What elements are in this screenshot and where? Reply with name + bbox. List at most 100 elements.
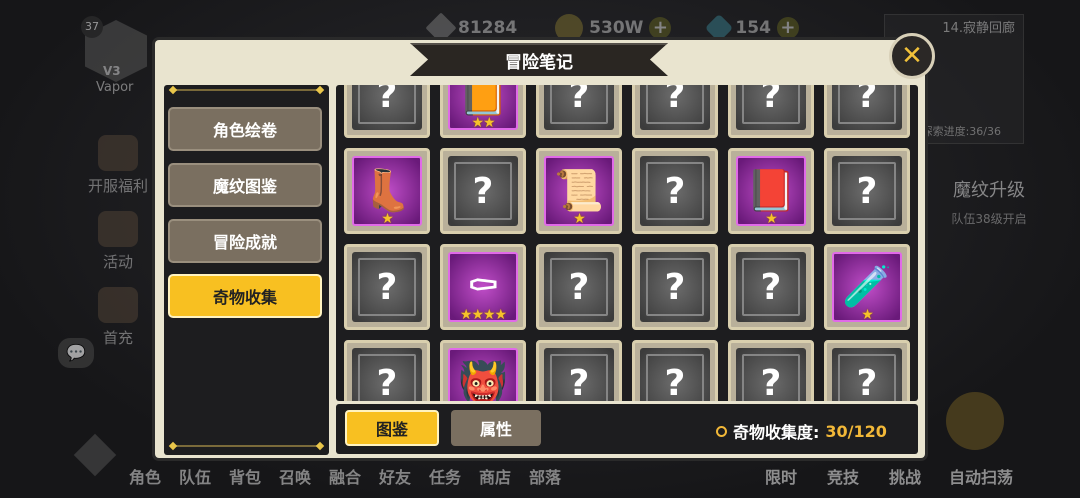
curio-item-icon: ⚰ — [466, 264, 500, 310]
sidebar-item-curio-collection[interactable]: 奇物收集 — [168, 274, 322, 318]
question-mark-icon: ? — [376, 85, 398, 116]
curio-slot-unlocked[interactable]: 📙 ★★ — [440, 85, 526, 138]
player-avatar[interactable]: 37 V3 — [81, 16, 147, 82]
power-counter: 81284 — [425, 12, 517, 44]
question-mark-icon: ? — [472, 170, 494, 212]
nav-quests[interactable]: 任务 — [420, 464, 470, 488]
menu-label: 首充 — [102, 329, 133, 347]
slot-inner: ? — [640, 348, 710, 401]
curio-slot-locked[interactable]: ? — [344, 340, 430, 401]
curio-item-icon: 📙 — [458, 85, 508, 118]
question-mark-icon: ? — [664, 170, 686, 212]
curio-slot-locked[interactable]: ? — [824, 148, 910, 234]
curio-slot-locked[interactable]: ? — [632, 148, 718, 234]
star-rating: ★ — [861, 307, 874, 323]
curio-item-icon: 👹 — [458, 360, 508, 401]
curio-slot-locked[interactable]: ? — [344, 85, 430, 138]
nav-challenge[interactable]: 挑战 — [874, 464, 936, 488]
curio-slot-locked[interactable]: ? — [632, 85, 718, 138]
curio-slot-locked[interactable]: ? — [824, 85, 910, 138]
slot-inner: ? — [736, 85, 806, 130]
curio-slot-locked[interactable]: ? — [728, 340, 814, 401]
curio-slot-unlocked[interactable]: 📜 ★ — [536, 148, 622, 234]
slot-inner: ? — [352, 348, 422, 401]
star-rating: ★ — [381, 211, 394, 227]
slot-inner: ? — [640, 156, 710, 226]
gold-coin-icon — [555, 14, 584, 42]
auto-sweep-icon[interactable] — [946, 392, 1004, 450]
curio-slot-locked[interactable]: ? — [440, 148, 526, 234]
nav-characters[interactable]: 角色 — [120, 464, 170, 488]
nav-arena[interactable]: 竞技 — [812, 464, 874, 488]
curio-slot-locked[interactable]: ? — [536, 340, 622, 401]
question-mark-icon: ? — [760, 266, 782, 308]
add-gold-button[interactable]: + — [649, 17, 672, 39]
curio-slot-unlocked[interactable]: ⚰ ★★★★ — [440, 244, 526, 330]
sidebar-item-rune-codex[interactable]: 魔纹图鉴 — [168, 163, 322, 207]
curio-slot-locked[interactable]: ? — [824, 340, 910, 401]
dialog-title: 冒险笔记 — [505, 53, 573, 73]
diamond-icon — [705, 13, 734, 43]
curio-slot-locked[interactable]: ? — [632, 244, 718, 330]
nav-fusion[interactable]: 融合 — [320, 464, 370, 488]
rune-upgrade-panel[interactable]: 魔纹升级 队伍38级开启 — [934, 176, 1044, 227]
star-rating: ★★★★ — [459, 307, 507, 323]
star-rating: ★★ — [471, 115, 495, 131]
curio-slot-locked[interactable]: ? — [728, 85, 814, 138]
nav-tribe[interactable]: 部落 — [520, 464, 570, 488]
question-mark-icon: ? — [664, 85, 686, 116]
curio-slot-locked[interactable]: ? — [536, 244, 622, 330]
sword-power-icon — [425, 12, 457, 44]
curio-grid-scroll[interactable]: ? 📙 ★★???? 👢 ★? 📜 ★? 📕 ★?? ⚰ ★★★★??? 🧪 ★? 👹???? — [336, 85, 918, 401]
menu-launch-bonus[interactable]: 开服福利 — [78, 120, 158, 196]
question-mark-icon: ? — [760, 362, 782, 402]
tab-catalog[interactable]: 图鉴 — [345, 410, 439, 446]
collection-label: 奇物收集度: — [733, 423, 820, 442]
star-rating: ★ — [765, 211, 778, 227]
slot-inner: ? — [544, 85, 614, 130]
curio-slot-locked[interactable]: ? — [536, 85, 622, 138]
curio-slot-unlocked[interactable]: 📕 ★ — [728, 148, 814, 234]
bottom-right-nav: 限时 竞技 挑战 自动扫荡 — [750, 464, 1026, 488]
slot-inner: ? — [352, 85, 422, 130]
dialog-title-banner: 冒险笔记 — [410, 43, 668, 76]
gift-icon — [98, 135, 138, 171]
chat-icon[interactable]: 💬 — [58, 338, 94, 368]
question-mark-icon: ? — [664, 362, 686, 402]
collection-value: 30/120 — [825, 421, 887, 441]
sidebar-ornament-top — [172, 89, 321, 91]
question-mark-icon: ? — [856, 85, 878, 116]
nav-auto-sweep[interactable]: 自动扫荡 — [936, 464, 1026, 488]
curio-slot-locked[interactable]: ? — [728, 244, 814, 330]
upgrade-hint: 队伍38级开启 — [951, 212, 1027, 226]
tab-attributes[interactable]: 属性 — [451, 410, 541, 446]
curio-slot-unlocked[interactable]: 🧪 ★ — [824, 244, 910, 330]
add-diamond-button[interactable]: + — [776, 17, 799, 39]
slot-inner: ? — [640, 85, 710, 130]
menu-label: 开服福利 — [87, 177, 148, 195]
question-mark-icon: ? — [568, 266, 590, 308]
nav-bag[interactable]: 背包 — [220, 464, 270, 488]
sidebar-item-adventure-achievements[interactable]: 冒险成就 — [168, 219, 322, 263]
curio-slot-locked[interactable]: ? — [344, 244, 430, 330]
menu-first-recharge[interactable]: 首充 — [78, 272, 158, 348]
curio-slot-unlocked[interactable]: 👢 ★ — [344, 148, 430, 234]
curio-item-icon: 📕 — [746, 168, 796, 214]
nav-shop[interactable]: 商店 — [470, 464, 520, 488]
player-level-badge: 37 — [81, 16, 103, 38]
sidebar-item-character-scrolls[interactable]: 角色绘卷 — [168, 107, 322, 151]
vip-tag: V3 — [103, 64, 121, 78]
curio-slot-locked[interactable]: ? — [632, 340, 718, 401]
diamond-value: 154 — [735, 18, 771, 38]
close-button[interactable]: ✕ — [889, 33, 935, 79]
upgrade-title: 魔纹升级 — [953, 180, 1025, 201]
nav-team[interactable]: 队伍 — [170, 464, 220, 488]
curio-grid: ? 📙 ★★???? 👢 ★? 📜 ★? 📕 ★?? ⚰ ★★★★??? 🧪 ★? 👹???? — [344, 85, 910, 401]
curio-slot-unlocked[interactable]: 👹 — [440, 340, 526, 401]
nav-summon[interactable]: 召唤 — [270, 464, 320, 488]
nav-friends[interactable]: 好友 — [370, 464, 420, 488]
menu-events[interactable]: 活动 — [78, 196, 158, 272]
slot-inner: ? — [544, 252, 614, 322]
left-menu: 开服福利 活动 首充 — [78, 120, 158, 348]
nav-limited[interactable]: 限时 — [750, 464, 812, 488]
